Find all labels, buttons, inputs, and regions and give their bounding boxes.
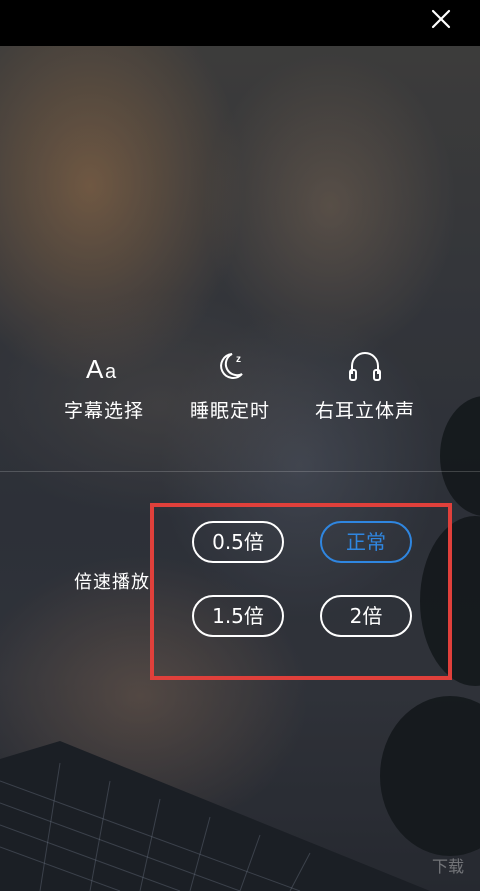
top-bar: [0, 0, 480, 46]
audio-channel-label: 右耳立体声: [314, 400, 415, 422]
subtitle-select-label: 字幕选择: [63, 400, 144, 422]
speed-2x-button[interactable]: 2倍: [320, 595, 412, 637]
svg-text:a: a: [105, 361, 117, 383]
speed-0.5x-button[interactable]: 0.5倍: [192, 521, 284, 563]
headphones-icon: [349, 352, 381, 381]
background-image: [0, 46, 480, 891]
sleep-timer-label: 睡眠定时: [189, 400, 270, 422]
close-button[interactable]: [428, 6, 454, 32]
sleep-timer-option[interactable]: z 睡眠定时: [170, 346, 290, 423]
svg-text:z: z: [236, 354, 241, 365]
settings-options-row: A a 字幕选择 z 睡眠定时 右耳立体声: [0, 346, 480, 436]
audio-channel-option[interactable]: 右耳立体声: [305, 346, 425, 423]
subtitle-select-option[interactable]: A a 字幕选择: [44, 346, 164, 423]
close-icon: [431, 9, 451, 29]
section-divider: [0, 471, 480, 472]
speed-normal-button[interactable]: 正常: [320, 521, 412, 563]
video-settings-screen: A a 字幕选择 z 睡眠定时 右耳立体声 倍速播放 0.5倍 正常 1.5倍 …: [0, 0, 480, 891]
moon-sleep-icon: z: [220, 353, 243, 379]
font-aa-icon: A a: [86, 354, 117, 384]
roof-silhouette: [0, 741, 430, 891]
speed-1.5x-button[interactable]: 1.5倍: [192, 595, 284, 637]
watermark: 下载: [431, 857, 464, 876]
playback-speed-label: 倍速播放: [74, 572, 150, 593]
svg-text:A: A: [86, 354, 104, 384]
